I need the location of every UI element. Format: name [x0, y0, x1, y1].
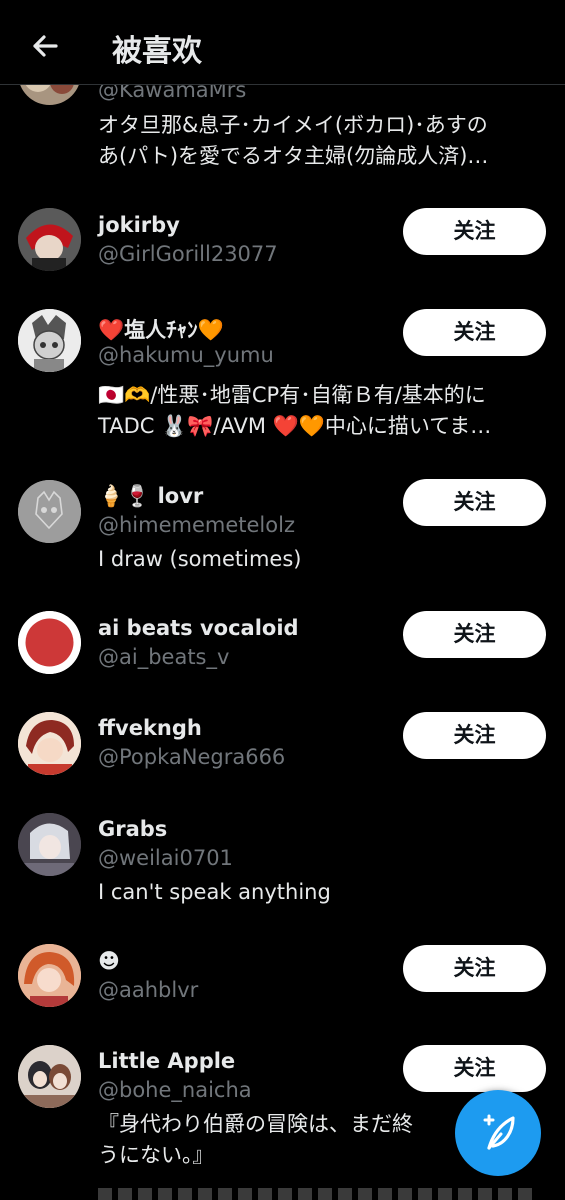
- user-name: Little Apple: [98, 1049, 236, 1073]
- avatar[interactable]: [18, 309, 81, 372]
- avatar[interactable]: [18, 1045, 81, 1108]
- back-button[interactable]: [26, 26, 66, 66]
- user-name: ffvekngh: [98, 716, 202, 740]
- user-handle: @hakumu_yumu: [98, 343, 274, 367]
- compose-feather-icon: [483, 1114, 515, 1150]
- avatar[interactable]: [18, 611, 81, 674]
- user-handle: @weilai0701: [98, 846, 233, 870]
- user-bio: オタ旦那&息子･カイメイ(ボカロ)･あすの あ(パト)を愛でるオタ主婦(勿論成人…: [98, 113, 489, 168]
- user-name: ai beats vocaloid: [98, 616, 299, 640]
- user-name: Grabs: [98, 817, 168, 841]
- arrow-left-icon: [33, 35, 58, 57]
- follow-button[interactable]: 关注: [403, 208, 546, 255]
- avatar[interactable]: [18, 944, 81, 1007]
- user-bio: I can't speak anything: [98, 880, 331, 904]
- user-handle: @bohe_naicha: [98, 1078, 252, 1102]
- compose-button[interactable]: [455, 1090, 541, 1176]
- follow-button[interactable]: 关注: [403, 611, 546, 658]
- user-name: 🍦🍷 lovr: [98, 484, 204, 508]
- avatar[interactable]: [18, 480, 81, 543]
- follow-button[interactable]: 关注: [403, 945, 546, 992]
- user-handle: @aahblvr: [98, 978, 199, 1002]
- user-handle: @PopkaNegra666: [98, 745, 286, 769]
- top-bar: 被喜欢: [0, 0, 565, 85]
- avatar[interactable]: [18, 813, 81, 876]
- user-handle: @GirlGorill23077: [98, 242, 278, 266]
- user-bio: I draw (sometimes): [98, 547, 302, 571]
- user-name: jokirby: [98, 213, 180, 237]
- avatar[interactable]: [18, 208, 81, 271]
- page-title: 被喜欢: [112, 34, 202, 69]
- follow-button[interactable]: 关注: [403, 1045, 546, 1092]
- user-handle: @himememetelolz: [98, 513, 295, 537]
- follow-button[interactable]: 关注: [403, 712, 546, 759]
- follow-button[interactable]: 关注: [403, 309, 546, 356]
- user-handle: @ai_beats_v: [98, 645, 230, 669]
- avatar[interactable]: [18, 712, 81, 775]
- next-row-preview: [98, 1188, 538, 1200]
- user-bio: 🇯🇵🫶/性悪･地雷CP有･自衛Ｂ有/基本的に TADC 🐰🎀/AVM ❤️🧡中心…: [98, 383, 492, 438]
- follow-button[interactable]: 关注: [403, 479, 546, 526]
- user-name: ❤️塩人ﾁｬﾝ🧡: [98, 318, 224, 342]
- user-name: ☻: [98, 949, 120, 973]
